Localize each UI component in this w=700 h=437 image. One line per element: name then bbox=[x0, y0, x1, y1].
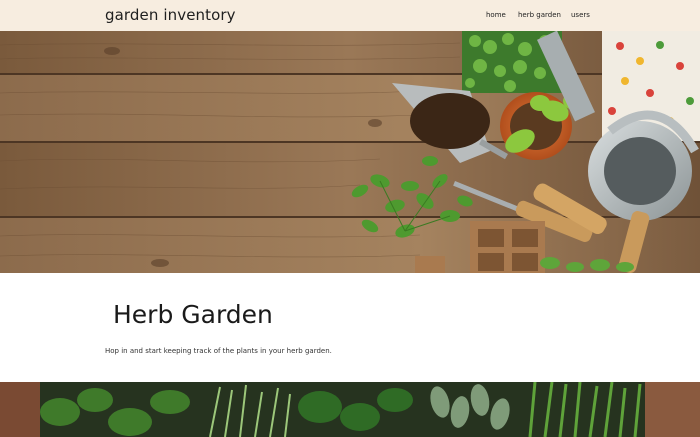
nav-link-herb-garden[interactable]: herb garden bbox=[518, 11, 561, 19]
nav-link-home[interactable]: home bbox=[486, 11, 506, 19]
intro-description: Hop in and start keeping track of the pl… bbox=[105, 347, 332, 355]
herb-plants-illustration bbox=[0, 382, 700, 437]
hero-image bbox=[0, 31, 700, 273]
page-title: Herb Garden bbox=[113, 300, 273, 329]
nav-link-users[interactable]: users bbox=[571, 11, 590, 19]
brand-logo-link[interactable]: garden inventory bbox=[105, 6, 236, 24]
navbar: garden inventory home herb garden users bbox=[0, 0, 700, 31]
herb-plants-image bbox=[0, 382, 700, 437]
hero-illustration bbox=[0, 31, 700, 273]
intro-section: Herb Garden Hop in and start keeping tra… bbox=[0, 273, 700, 382]
